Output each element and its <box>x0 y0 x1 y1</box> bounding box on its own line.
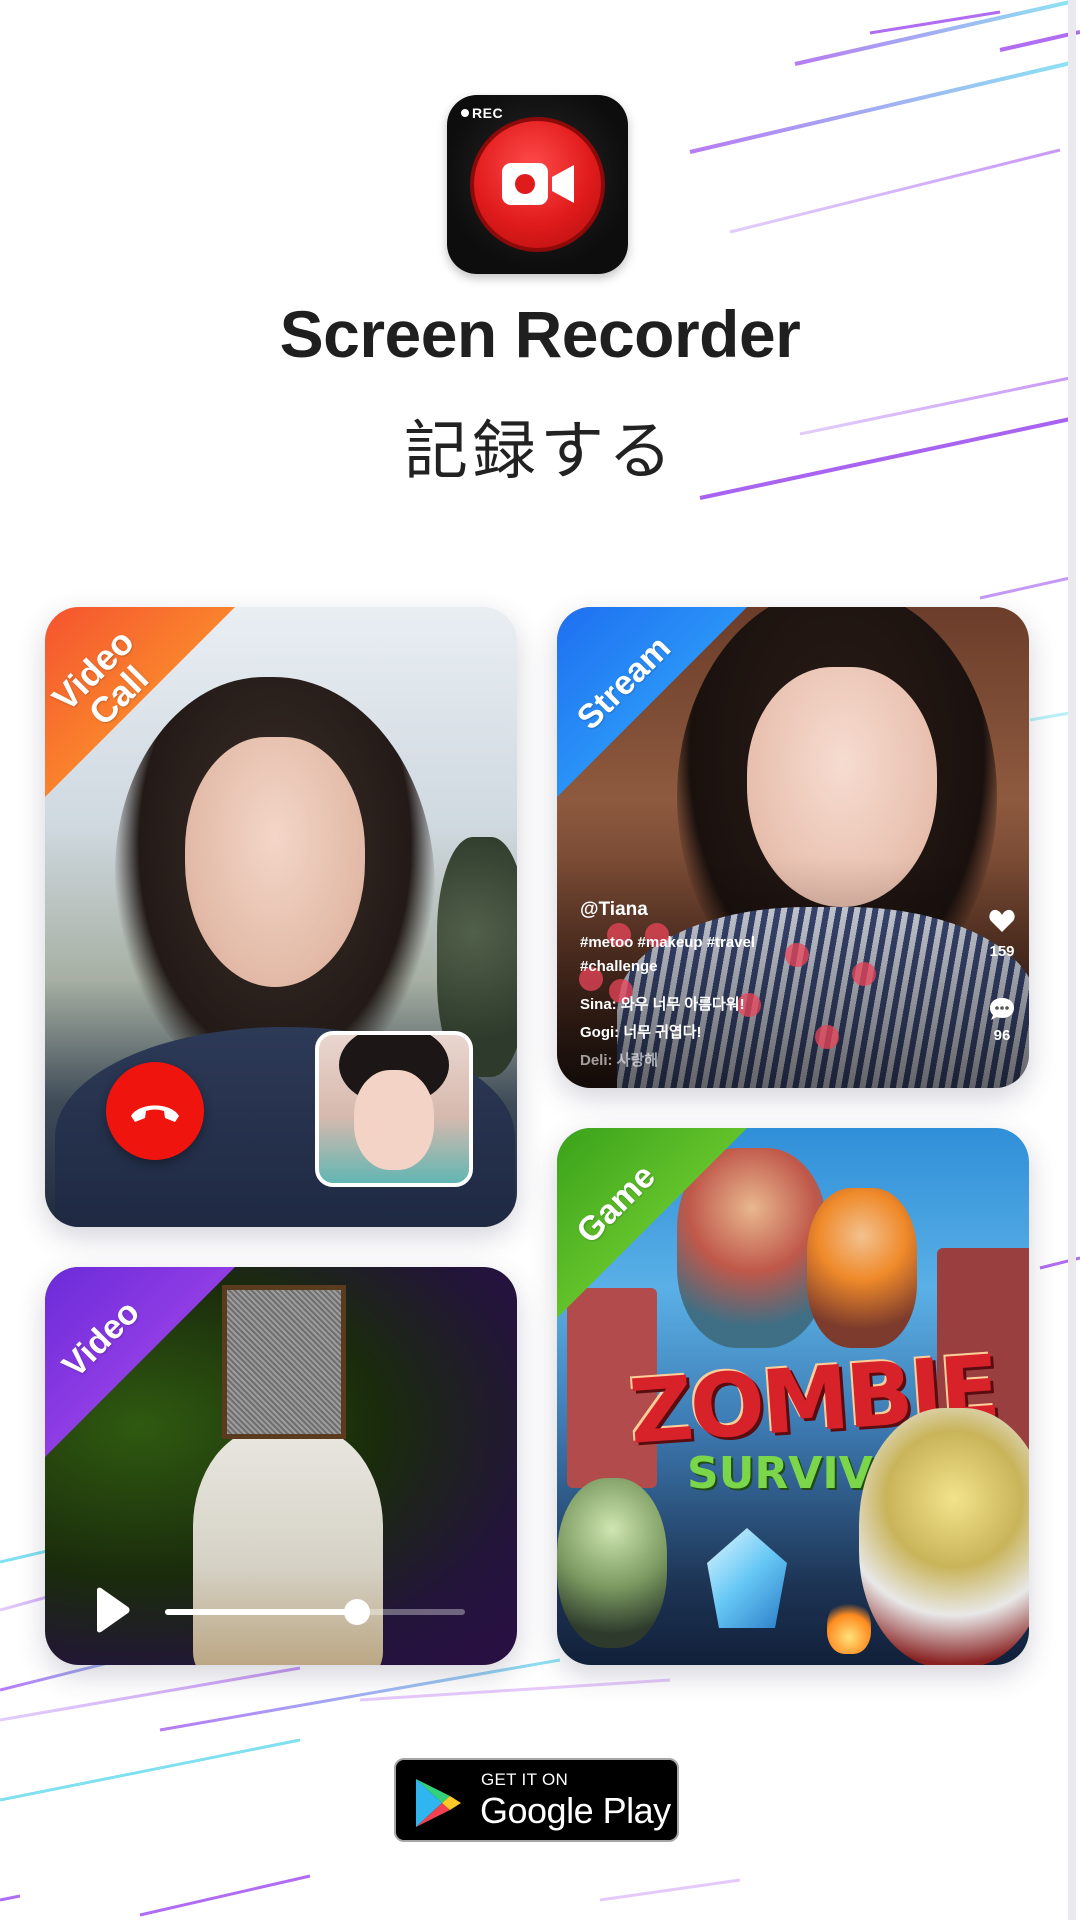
stream-hashtags: #metoo #makeup #travel #challenge <box>580 934 756 975</box>
game-zombie-left <box>557 1478 667 1648</box>
figure-body <box>193 1427 383 1665</box>
video-call-ribbon-label: Video Call <box>45 619 170 748</box>
video-progress-fill <box>165 1609 357 1615</box>
comment-count: 96 <box>993 1027 1011 1044</box>
self-view-thumbnail[interactable] <box>315 1031 473 1187</box>
game-ribbon-label: Game <box>569 1157 663 1251</box>
record-button-graphic <box>470 117 605 252</box>
static-tv-frame <box>222 1285 346 1439</box>
end-call-button[interactable] <box>106 1062 204 1160</box>
google-play-badge[interactable]: GET IT ON Google Play <box>394 1758 679 1842</box>
google-play-logo-icon <box>416 1779 461 1827</box>
app-title: Screen Recorder <box>279 297 801 371</box>
badge-small-text: GET IT ON <box>481 1770 569 1789</box>
game-ice-crystal <box>707 1528 787 1628</box>
video-seek-bar[interactable] <box>165 1599 465 1625</box>
rec-dot-icon <box>461 109 469 117</box>
stream-comment: Gogi: 너무 귀엽다! <box>580 1024 702 1041</box>
rec-badge: REC <box>461 105 503 121</box>
game-sidekick-character <box>807 1188 917 1348</box>
app-icon: REC <box>447 95 628 274</box>
video-call-card[interactable]: Video Call <box>45 607 517 1227</box>
game-fire <box>827 1598 871 1654</box>
floating-heart-icon <box>852 962 876 986</box>
floating-heart-icon <box>815 1025 839 1049</box>
video-ribbon: Video <box>45 1267 235 1457</box>
video-seek-handle[interactable] <box>344 1599 370 1625</box>
phone-hangup-icon <box>131 1105 179 1122</box>
stream-comment: Sina: 와우 너무 아름다워! <box>580 996 745 1013</box>
stream-card[interactable]: Stream @Tiana #metoo #makeup #travel #ch… <box>557 607 1029 1088</box>
game-card[interactable]: ZOMBIE SURVIVAL Game <box>557 1128 1029 1665</box>
video-card[interactable]: Video <box>45 1267 517 1665</box>
heart-icon[interactable] <box>989 909 1015 933</box>
caller-face <box>185 737 365 987</box>
play-icon[interactable] <box>91 1587 131 1633</box>
stream-username: @Tiana <box>580 899 648 920</box>
promo-page: REC Screen Recorder 記録する Video Call Stre… <box>0 0 1080 1920</box>
rec-label-text: REC <box>472 105 504 121</box>
stream-ribbon-label: Stream <box>569 628 679 738</box>
app-subtitle: 記録する <box>404 415 676 489</box>
self-view-face <box>354 1070 434 1170</box>
game-hero-character <box>677 1148 827 1348</box>
badge-store-name: Google Play <box>480 1790 671 1831</box>
video-camera-icon <box>502 163 574 205</box>
video-ribbon-label: Video <box>55 1293 147 1385</box>
game-zombie-chef <box>859 1408 1029 1665</box>
stream-comment: Deli: 사랑해 <box>580 1052 659 1069</box>
speech-bubble-icon[interactable] <box>989 997 1015 1021</box>
like-count: 159 <box>989 943 1015 960</box>
